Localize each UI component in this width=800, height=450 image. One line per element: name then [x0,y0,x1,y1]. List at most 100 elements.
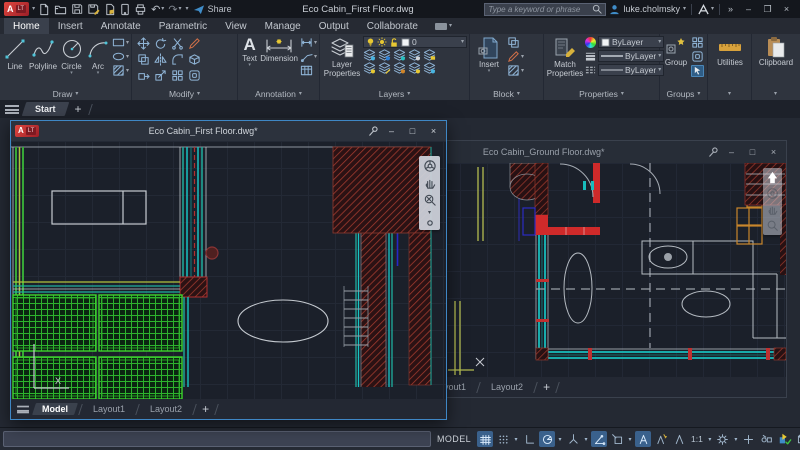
annotation-scale-sync-toggle[interactable] [671,431,687,447]
panel-label-block[interactable]: Block▾ [470,88,543,100]
osnap-caret[interactable]: ▾ [627,436,633,443]
rectangle-tool-icon[interactable] [112,36,125,49]
panel-label-modify[interactable]: Modify▾ [132,88,237,100]
tab-layout1[interactable]: Layout1 [83,403,135,415]
group-selection-toggle[interactable] [691,65,704,77]
window1-minimize[interactable]: – [383,126,400,136]
insert-block-button[interactable]: Insert ▾ [473,36,505,73]
polar-tracking-toggle[interactable] [539,431,555,447]
dimension-tool[interactable]: Dimension [260,36,298,63]
layer-match-icon[interactable] [378,62,391,74]
tab-output[interactable]: Output [310,18,358,34]
text-tool[interactable]: A Text ▾ [241,36,258,67]
pin-icon[interactable] [707,146,719,158]
circle-flyout-caret[interactable]: ▾ [70,71,73,75]
publish-icon[interactable] [120,3,130,16]
table-icon[interactable] [300,64,313,77]
scale-caret[interactable]: ▾ [707,436,713,443]
app-menu-button[interactable]: A LT [4,2,29,16]
block-attributes-icon[interactable] [507,64,520,77]
fillet-icon[interactable] [171,53,184,66]
undo-button[interactable]: ↶ [151,3,160,16]
save-as-icon[interactable] [87,3,100,16]
tab-annotate[interactable]: Annotate [92,18,150,34]
panel-label-draw[interactable]: Draw▾ [0,88,131,100]
ellipse-tool-icon[interactable] [112,50,125,63]
snap-caret[interactable]: ▾ [513,436,519,443]
pan-hand-icon[interactable] [766,203,779,216]
first-floor-plan[interactable]: X [11,141,446,399]
window2-close[interactable]: × [765,147,782,157]
zoom-extents-icon[interactable] [423,193,437,207]
rotate-icon[interactable] [154,37,167,50]
trim-icon[interactable] [171,37,184,50]
arc-tool[interactable]: Arc ▾ [86,36,110,75]
redo-button[interactable]: ↷ [168,3,177,16]
workspace-gear-button[interactable] [715,431,731,447]
pan-hand-icon[interactable] [423,176,437,190]
scale-icon[interactable] [154,69,167,82]
isolate-objects-button[interactable] [759,431,775,447]
workspace-caret[interactable]: ▾ [733,436,739,443]
layer-previous-icon[interactable] [393,62,406,74]
leader-icon[interactable] [300,50,313,63]
pin-icon[interactable] [367,125,379,137]
panel-label-properties[interactable]: Properties▾ [544,88,659,100]
steering-wheel-icon[interactable] [766,187,779,200]
tab-insert[interactable]: Insert [49,18,92,34]
ungroup-icon[interactable] [691,36,704,49]
mirror-icon[interactable] [154,53,167,66]
stretch-icon[interactable] [137,69,150,82]
tab-view[interactable]: View [216,18,256,34]
offset-icon[interactable] [188,69,201,82]
edit-block-icon[interactable] [507,50,520,63]
layer-lock-icon[interactable] [423,49,436,61]
object-snap-toggle[interactable] [609,431,625,447]
close-button[interactable]: × [777,4,796,15]
arc-flyout-caret[interactable]: ▾ [97,71,100,75]
isometric-drafting-toggle[interactable] [565,431,581,447]
layer-make-current-icon[interactable] [363,62,376,74]
file-tab-menu-icon[interactable] [5,105,19,114]
account-menu[interactable]: luke.cholmsky ▾ [609,4,686,15]
tab-parametric[interactable]: Parametric [150,18,216,34]
search-input[interactable] [488,5,590,14]
grid-toggle[interactable] [477,431,493,447]
restore-button[interactable]: ❐ [758,4,777,15]
panel-label-groups[interactable]: Groups▾ [660,88,707,100]
move-icon[interactable] [137,37,150,50]
new-layout-button[interactable]: + [540,380,553,394]
panel-label-clipboard[interactable]: ▾ [752,88,799,100]
polar-caret[interactable]: ▾ [557,436,563,443]
window2-minimize[interactable]: – [723,147,740,157]
navigation-bar[interactable]: ▾ [419,156,440,230]
panel-label-utilities[interactable]: ▾ [708,88,751,100]
ribbon-display-toggle[interactable]: ▾ [427,18,460,34]
group-button[interactable]: Group [663,36,689,67]
navbar-options-icon[interactable] [426,219,434,227]
annotation-scale-value[interactable]: 1:1 [689,434,705,444]
search-icon[interactable] [592,4,602,14]
annotation-autoscale-toggle[interactable] [653,431,669,447]
layer-properties-button[interactable]: LayerProperties [323,36,361,78]
edit-block-caret[interactable]: ▾ [521,54,524,60]
array-icon[interactable] [171,69,184,82]
utilities-button[interactable]: Utilities [711,36,749,67]
panel-label-annotation[interactable]: Annotation▾ [238,88,319,100]
group-edit-icon[interactable] [691,50,704,63]
panel-label-layers[interactable]: Layers▾ [320,88,469,100]
object-color-dropdown[interactable]: ByLayer ▾ [598,36,664,48]
dimension-style-icon[interactable] [300,36,313,49]
tab-collaborate[interactable]: Collaborate [358,18,427,34]
polyline-tool[interactable]: Polyline [29,36,57,71]
layout-menu-icon[interactable] [17,405,29,413]
match-properties-button[interactable]: MatchProperties [547,36,583,78]
autodesk-menu[interactable]: ▾ [697,4,714,15]
object-snap-tracking-toggle[interactable] [591,431,607,447]
view-home-arrow-icon[interactable] [766,171,779,184]
share-button[interactable]: Share [193,4,232,15]
command-line-input[interactable] [3,431,431,447]
qat-customize-caret[interactable]: ▾ [186,6,189,12]
line-tool[interactable]: Line [3,36,27,71]
window1-close[interactable]: × [425,126,442,136]
